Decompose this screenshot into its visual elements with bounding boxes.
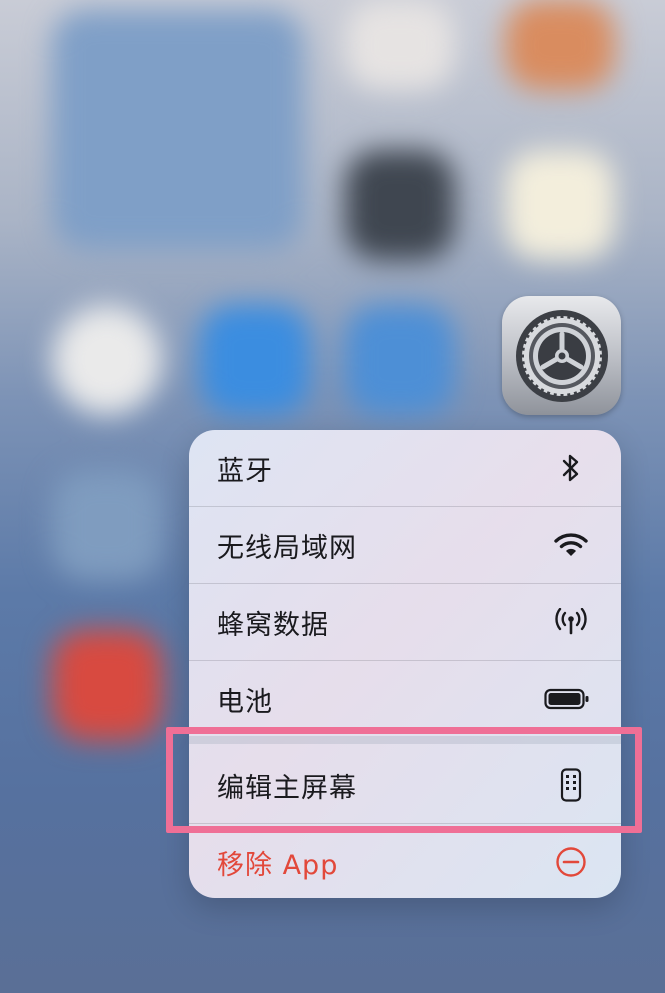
bluetooth-icon (551, 448, 591, 488)
minus-circle-icon (551, 842, 591, 882)
highlight-box (166, 727, 642, 833)
settings-gear-icon (515, 309, 608, 402)
blurred-app-icon (200, 305, 310, 415)
menu-item-label: 无线局域网 (217, 532, 357, 564)
blurred-widget (52, 10, 304, 250)
blurred-app-icon (52, 470, 162, 580)
blurred-app-icon (345, 305, 455, 415)
blurred-app-icon (52, 305, 162, 415)
menu-item-label: 移除 App (217, 849, 339, 881)
blurred-app-icon (52, 630, 162, 740)
menu-item-battery[interactable]: 电池 (189, 661, 621, 737)
battery-icon (543, 679, 591, 719)
blurred-app-icon (345, 0, 455, 90)
menu-item-label: 电池 (217, 686, 273, 718)
wifi-icon (551, 525, 591, 565)
menu-item-cellular[interactable]: 蜂窝数据 (189, 584, 621, 660)
settings-app-icon[interactable] (502, 296, 621, 415)
menu-item-remove-app[interactable]: 移除 App (189, 824, 621, 898)
blurred-app-icon (505, 150, 615, 260)
menu-item-bluetooth[interactable]: 蓝牙 (189, 430, 621, 506)
menu-item-label: 蓝牙 (217, 455, 273, 487)
menu-item-wifi[interactable]: 无线局域网 (189, 507, 621, 583)
menu-item-label: 蜂窝数据 (217, 609, 329, 641)
blurred-app-icon (505, 0, 615, 90)
cellular-icon (551, 602, 591, 642)
blurred-app-icon (345, 150, 455, 260)
